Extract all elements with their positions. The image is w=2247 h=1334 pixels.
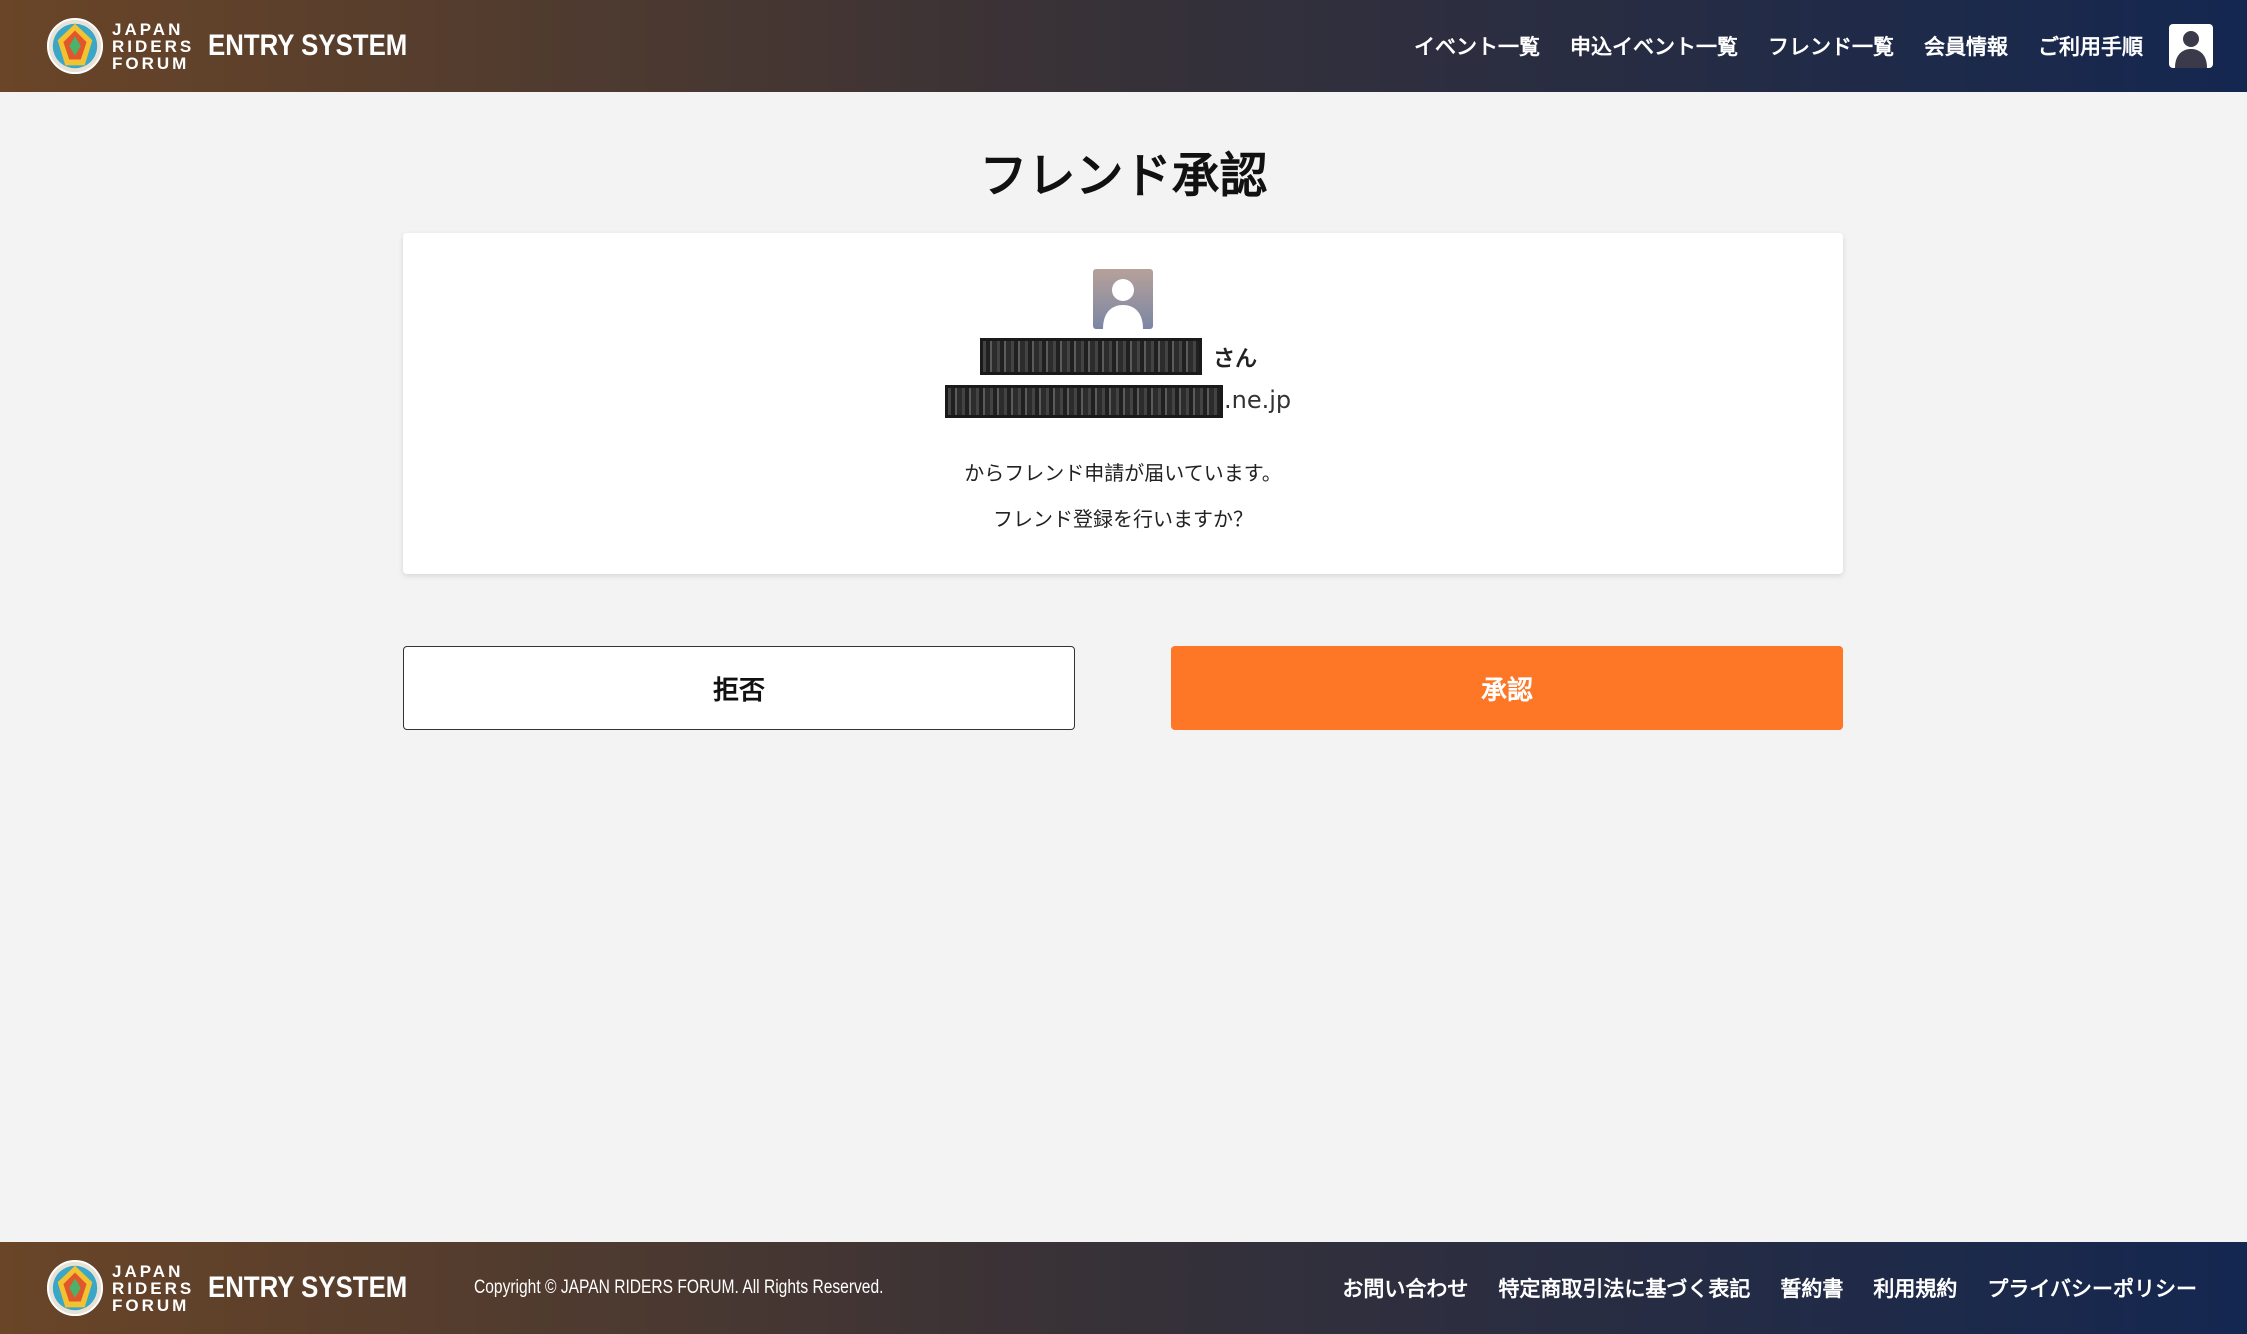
logo-system-text: ENTRY SYSTEM [208, 1271, 408, 1304]
requester-email-redacted [945, 385, 1223, 418]
friend-request-card: さん .ne.jp からフレンド申請が届いています。 フレンド登録を行いますか？ [403, 233, 1843, 574]
logo-emblem-icon [46, 1259, 104, 1317]
request-message: からフレンド申請が届いています。 [964, 461, 1282, 485]
logo-word-riders: RIDERS [112, 1278, 195, 1298]
main-nav: イベント一覧 申込イベント一覧 フレンド一覧 会員情報 ご利用手順 [1384, 0, 2143, 92]
email-suffix-text: .ne.jp [1224, 386, 1292, 414]
honorific-text: さん [1213, 347, 1258, 372]
site-footer: JAPAN RIDERS FORUM ENTRY SYSTEM Copyrigh… [0, 1242, 2247, 1334]
footer-commerce-law[interactable]: 特定商取引法に基づく表記 [1498, 1273, 1750, 1303]
requester-avatar [1093, 269, 1153, 329]
logo-emblem-icon [46, 17, 104, 75]
logo-wordmark: JAPAN RIDERS FORUM [112, 1263, 194, 1314]
copyright-text: Copyright © JAPAN RIDERS FORUM. All Righ… [473, 1277, 884, 1298]
logo-wordmark: JAPAN RIDERS FORUM [112, 21, 194, 72]
reject-button[interactable]: 拒否 [403, 646, 1075, 730]
user-icon [2175, 31, 2207, 68]
logo-word-forum: FORUM [112, 1295, 190, 1315]
requester-name-redacted [980, 338, 1202, 375]
user-menu-button[interactable] [2169, 24, 2213, 68]
footer-contact[interactable]: お問い合わせ [1342, 1273, 1468, 1303]
confirm-question: フレンド登録を行いますか？ [993, 507, 1253, 531]
page-title: フレンド承認 [979, 148, 1268, 204]
footer-terms[interactable]: 利用規約 [1873, 1273, 1957, 1303]
nav-friend-list[interactable]: フレンド一覧 [1768, 31, 1894, 61]
site-header: JAPAN RIDERS FORUM ENTRY SYSTEM イベント一覧 申… [0, 0, 2247, 92]
logo-word-forum: FORUM [112, 53, 190, 73]
user-icon [1103, 279, 1143, 329]
nav-member-info[interactable]: 会員情報 [1924, 31, 2008, 61]
footer-nav: お問い合わせ 特定商取引法に基づく表記 誓約書 利用規約 プライバシーポリシー [1312, 1242, 2197, 1334]
nav-applied-events[interactable]: 申込イベント一覧 [1570, 31, 1738, 61]
site-logo[interactable]: JAPAN RIDERS FORUM ENTRY SYSTEM [46, 0, 440, 92]
logo-system-text: ENTRY SYSTEM [208, 29, 408, 62]
logo-word-riders: RIDERS [112, 36, 195, 56]
logo-word-japan: JAPAN [112, 1261, 184, 1281]
approve-button[interactable]: 承認 [1171, 646, 1843, 730]
logo-word-japan: JAPAN [112, 19, 184, 39]
nav-usage-guide[interactable]: ご利用手順 [2038, 31, 2143, 61]
footer-logo[interactable]: JAPAN RIDERS FORUM ENTRY SYSTEM [46, 1242, 440, 1334]
nav-event-list[interactable]: イベント一覧 [1414, 31, 1540, 61]
footer-privacy[interactable]: プライバシーポリシー [1987, 1273, 2197, 1303]
footer-pledge[interactable]: 誓約書 [1780, 1273, 1843, 1303]
